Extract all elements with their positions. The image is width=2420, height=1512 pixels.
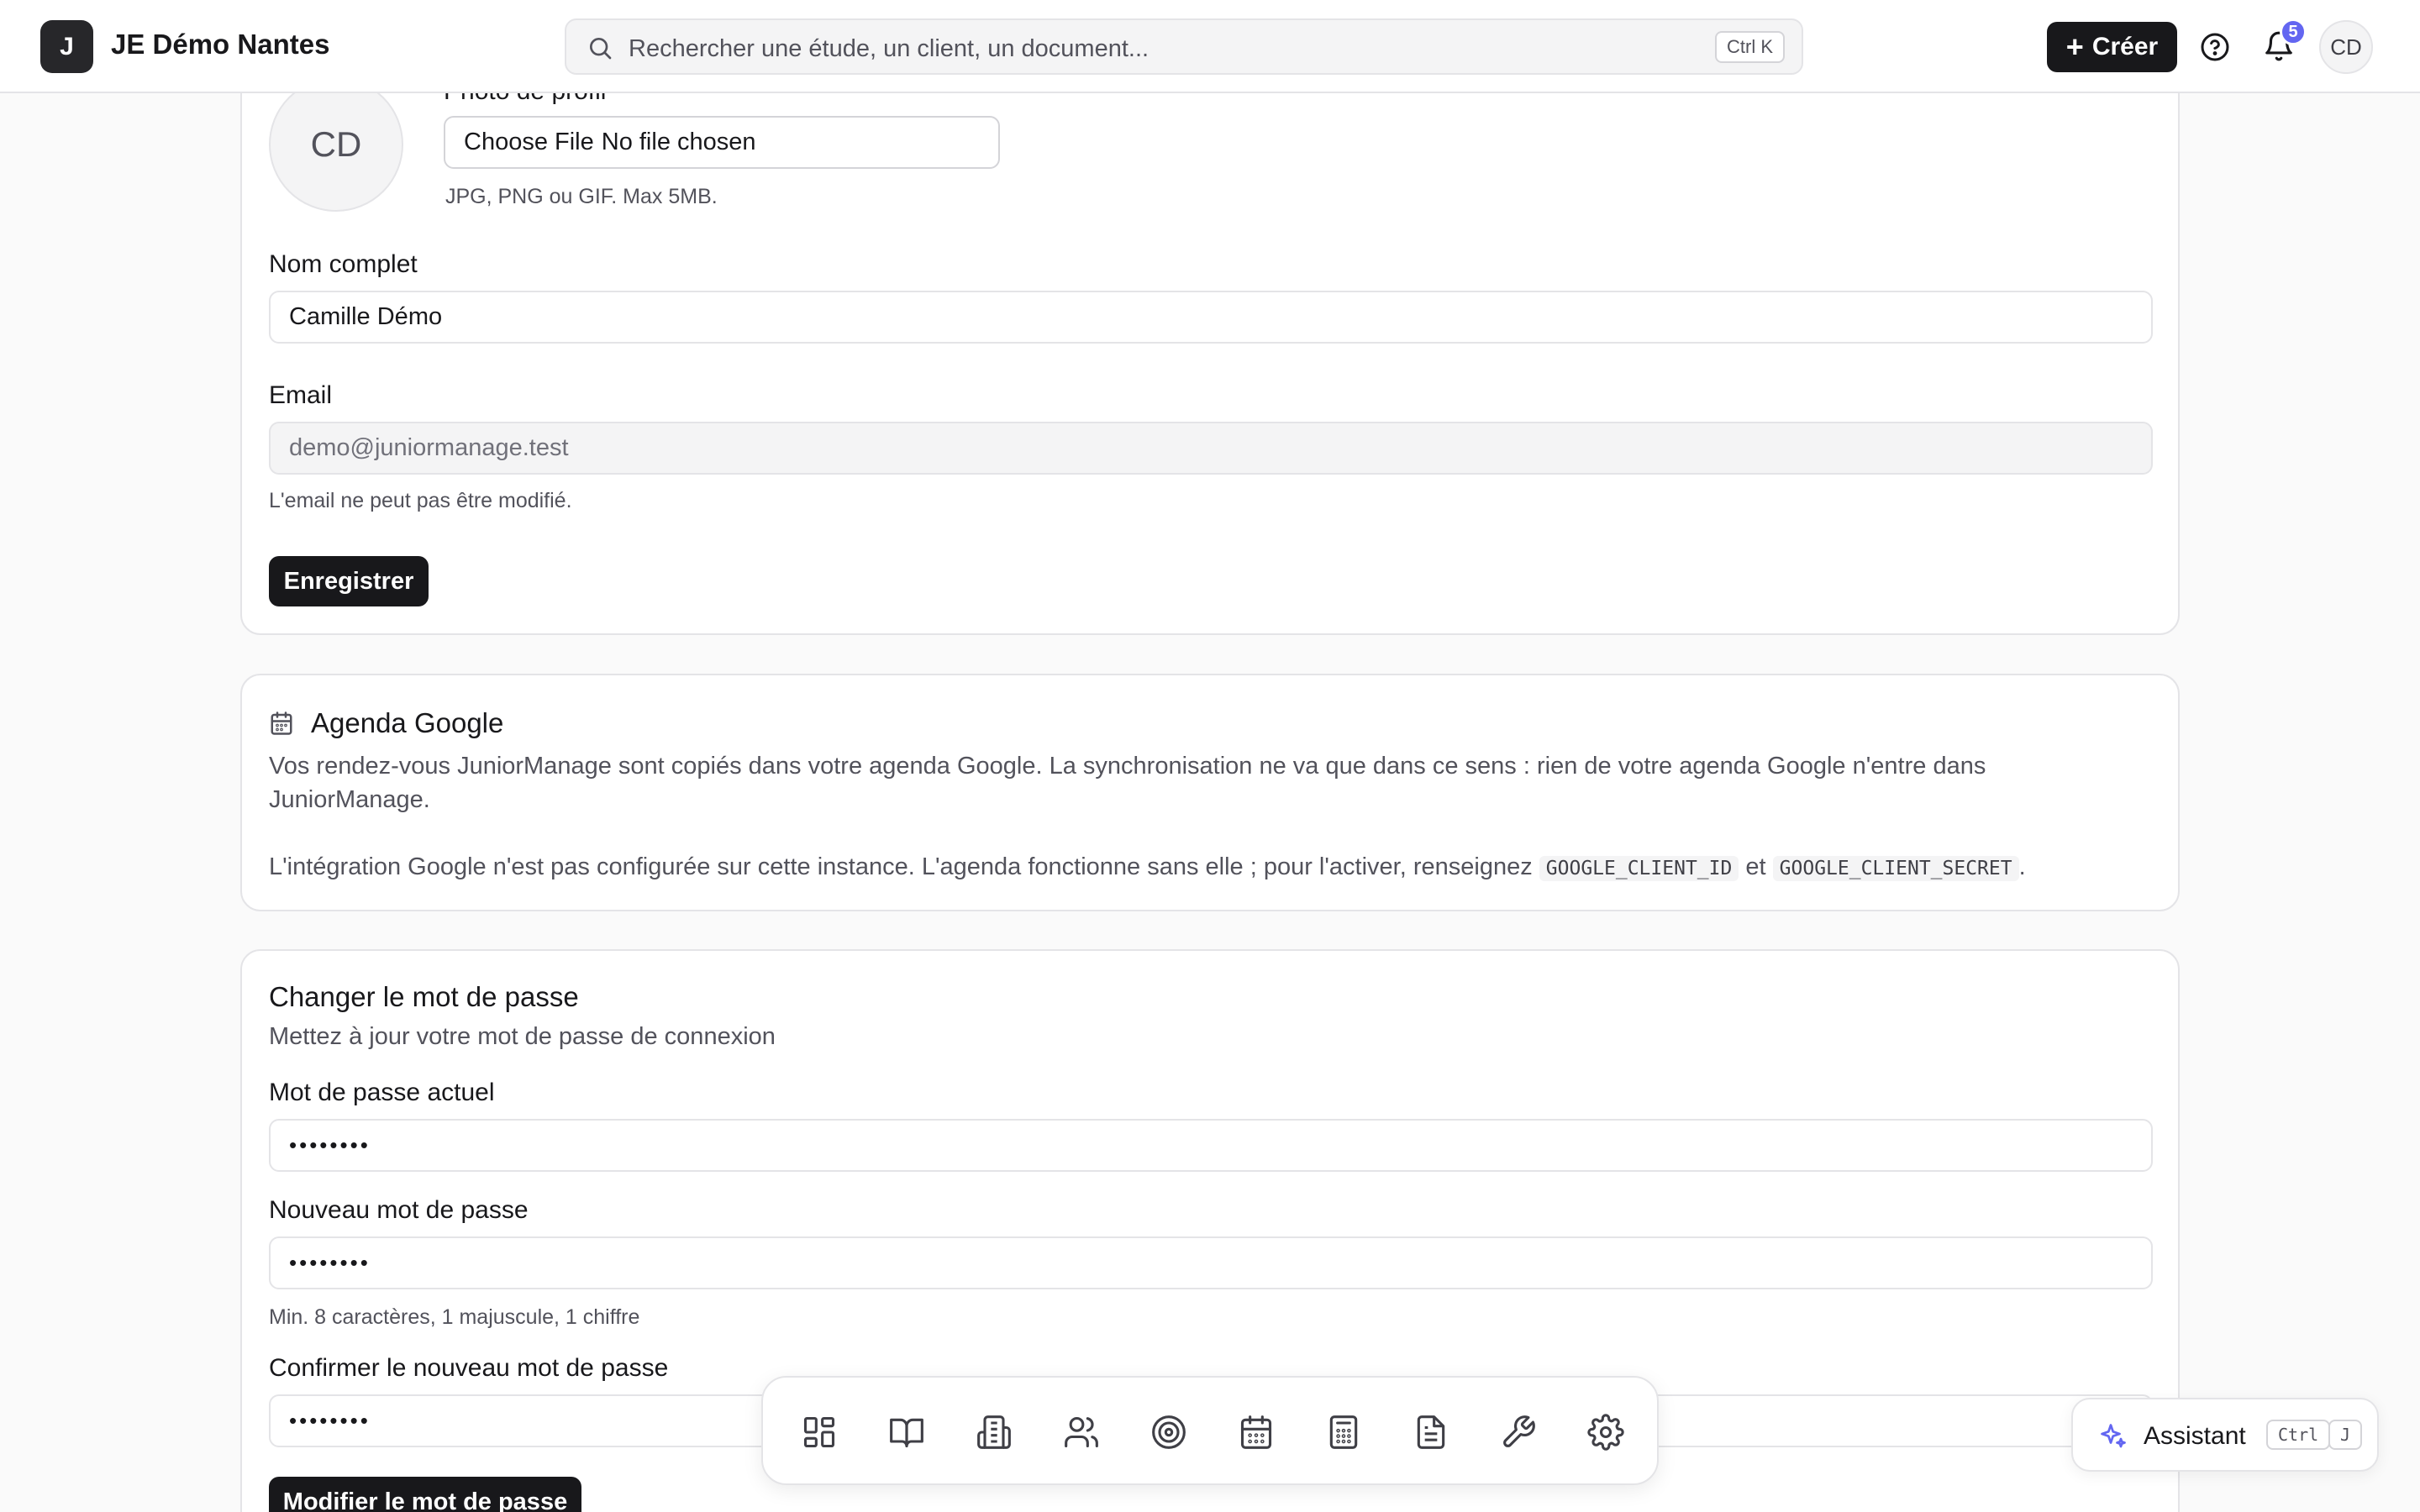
email-label: Email bbox=[269, 381, 333, 409]
calendar-icon bbox=[1240, 1415, 1272, 1449]
change-password-button[interactable]: Modifier le mot de passe bbox=[269, 1477, 581, 1512]
email-hint: L'email ne peut pas être modifié. bbox=[269, 489, 572, 512]
password-title: Changer le mot de passe bbox=[269, 981, 579, 1012]
photo-file-input[interactable]: Choose File No file chosen bbox=[444, 116, 1000, 169]
calendar-icon bbox=[271, 711, 292, 735]
users-icon bbox=[1065, 1416, 1098, 1448]
org-logo[interactable]: J bbox=[40, 20, 93, 73]
assistant-shortcut-key: J bbox=[2328, 1420, 2363, 1450]
dock-item-calendar[interactable] bbox=[1235, 1411, 1277, 1453]
help-icon[interactable] bbox=[2200, 32, 2230, 62]
new-password-input[interactable]: •••••••• bbox=[269, 1236, 2153, 1289]
dock-item-accounting[interactable] bbox=[1323, 1411, 1365, 1453]
name-input[interactable]: Camille Démo bbox=[269, 291, 2153, 344]
search-bar[interactable]: Rechercher une étude, un client, un docu… bbox=[565, 18, 1803, 75]
dock-item-studies[interactable] bbox=[886, 1411, 928, 1453]
assistant-button[interactable]: Assistant Ctrl J bbox=[2071, 1398, 2379, 1472]
search-icon bbox=[590, 38, 612, 60]
bottom-dock bbox=[761, 1376, 1659, 1485]
dashboard-icon bbox=[803, 1416, 835, 1448]
choose-file-button[interactable]: Choose File bbox=[464, 129, 594, 156]
agenda-title: Agenda Google bbox=[311, 707, 504, 738]
code-google-client-id: GOOGLE_CLIENT_ID bbox=[1539, 856, 1739, 881]
google-agenda-card: Agenda Google Vos rendez-vous JuniorMana… bbox=[240, 674, 2180, 911]
calculator-icon bbox=[1329, 1415, 1358, 1449]
agenda-note-and: et bbox=[1745, 853, 1766, 880]
agenda-config-note: L'intégration Google n'est pas configuré… bbox=[269, 850, 2151, 885]
building-icon bbox=[977, 1415, 1011, 1449]
code-google-client-secret: GOOGLE_CLIENT_SECRET bbox=[1772, 856, 2019, 881]
agenda-note-suffix: . bbox=[2018, 853, 2026, 880]
file-status: No file chosen bbox=[601, 129, 756, 155]
dock-item-tools[interactable] bbox=[1497, 1411, 1539, 1453]
dock-item-clients[interactable] bbox=[973, 1411, 1015, 1453]
create-button[interactable]: + Créer bbox=[2047, 22, 2177, 72]
profile-card: Photo de profil CD Choose File No file c… bbox=[240, 0, 2180, 635]
wrench-icon bbox=[1503, 1415, 1535, 1447]
current-password-label: Mot de passe actuel bbox=[269, 1079, 495, 1106]
gear-icon bbox=[1587, 1414, 1624, 1451]
user-avatar[interactable]: CD bbox=[2319, 20, 2373, 74]
search-shortcut: Ctrl K bbox=[1715, 31, 1785, 63]
dock-item-members[interactable] bbox=[1060, 1411, 1102, 1453]
new-password-label: Nouveau mot de passe bbox=[269, 1196, 529, 1224]
profile-avatar: CD bbox=[269, 77, 403, 212]
email-input: demo@juniormanage.test bbox=[269, 422, 2153, 475]
photo-hint: JPG, PNG ou GIF. Max 5MB. bbox=[445, 185, 718, 208]
agenda-description: Vos rendez-vous JuniorManage sont copiés… bbox=[269, 753, 1986, 813]
org-name[interactable]: JE Démo Nantes bbox=[111, 29, 329, 60]
name-label: Nom complet bbox=[269, 250, 418, 278]
top-header: J JE Démo Nantes Rechercher une étude, u… bbox=[0, 0, 2420, 93]
dock-item-dashboard[interactable] bbox=[798, 1411, 840, 1453]
notification-badge: 5 bbox=[2280, 18, 2307, 45]
plus-icon: + bbox=[2065, 29, 2084, 64]
confirm-password-label: Confirmer le nouveau mot de passe bbox=[269, 1354, 669, 1382]
save-button[interactable]: Enregistrer bbox=[269, 556, 429, 606]
search-placeholder: Rechercher une étude, un client, un docu… bbox=[629, 35, 1150, 62]
settings-page: J JE Démo Nantes Rechercher une étude, u… bbox=[0, 0, 2420, 1512]
password-subtitle: Mettez à jour votre mot de passe de conn… bbox=[269, 1023, 776, 1050]
book-open-icon bbox=[890, 1418, 923, 1448]
dock-item-documents[interactable] bbox=[1410, 1411, 1452, 1453]
agenda-note-prefix: L'intégration Google n'est pas configuré… bbox=[269, 853, 1533, 880]
target-icon bbox=[1152, 1415, 1186, 1449]
dock-item-settings[interactable] bbox=[1585, 1411, 1627, 1453]
document-icon bbox=[1417, 1415, 1445, 1449]
dock-item-prospecting[interactable] bbox=[1148, 1411, 1190, 1453]
current-password-input[interactable]: •••••••• bbox=[269, 1119, 2153, 1172]
assistant-shortcut-modifier: Ctrl bbox=[2266, 1420, 2331, 1450]
create-button-label: Créer bbox=[2091, 33, 2159, 60]
sparkles-icon bbox=[2101, 1424, 2126, 1448]
new-password-hint: Min. 8 caractères, 1 majuscule, 1 chiffr… bbox=[269, 1305, 640, 1329]
assistant-label: Assistant bbox=[2144, 1422, 2246, 1450]
